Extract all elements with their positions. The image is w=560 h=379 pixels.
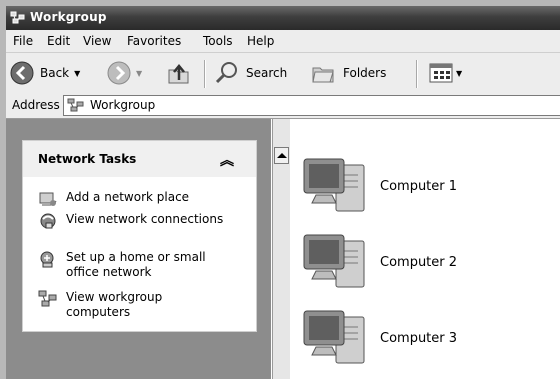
window-title: Workgroup [30, 10, 107, 24]
vertical-scrollbar[interactable] [272, 119, 290, 379]
task-label: Set up a home or small office network [66, 250, 206, 279]
task-pane: Network Tasks ︽ Add a network place View… [6, 119, 271, 379]
views-dropdown-icon[interactable]: ▼ [456, 69, 462, 78]
forward-dropdown-icon[interactable]: ▼ [136, 69, 142, 78]
task-setup-home-network[interactable]: Set up a home or small office network [38, 250, 226, 280]
back-button[interactable]: Back ▼ [10, 59, 80, 87]
network-tasks-title: Network Tasks [38, 152, 137, 166]
home-network-icon [40, 251, 54, 268]
title-bar: Workgroup [6, 6, 560, 30]
views-icon [429, 63, 453, 83]
toolbar: Back ▼ ▼ Search Folders ▼ [6, 53, 560, 94]
folders-label: Folders [343, 66, 387, 80]
address-value: Workgroup [90, 98, 156, 112]
network-connections-icon [40, 213, 56, 229]
task-view-network-connections[interactable]: View network connections [38, 212, 226, 230]
workgroup-icon [67, 98, 84, 112]
search-label: Search [246, 66, 288, 80]
address-label: Address [12, 98, 60, 112]
task-label: View network connections [66, 212, 224, 226]
folders-button[interactable]: Folders [311, 59, 386, 87]
menu-file[interactable]: File [13, 34, 33, 48]
computer-icon [303, 310, 365, 364]
forward-button[interactable]: ▼ [107, 59, 142, 87]
workgroup-icon [10, 11, 25, 24]
menu-help[interactable]: Help [247, 34, 274, 48]
menu-view[interactable]: View [83, 34, 111, 48]
task-label: View workgroup computers [66, 290, 163, 319]
explorer-window: Workgroup File Edit View Favorites Tools… [6, 6, 560, 379]
menu-bar: File Edit View Favorites Tools Help [6, 30, 560, 53]
computer-item[interactable]: Computer 1 [300, 155, 560, 217]
scroll-up-button[interactable] [274, 147, 289, 164]
address-bar: Address Workgroup [6, 93, 560, 119]
folders-icon [312, 67, 334, 83]
computer-label: Computer 1 [380, 179, 458, 194]
computer-label: Computer 2 [380, 255, 458, 270]
computer-label: Computer 3 [380, 331, 458, 346]
computer-icon [303, 158, 365, 212]
search-icon [215, 62, 237, 84]
forward-arrow-icon [107, 61, 131, 85]
search-button[interactable]: Search [214, 59, 287, 87]
task-label: Add a network place [66, 190, 190, 204]
computer-item[interactable]: Computer 2 [300, 231, 560, 293]
task-view-workgroup-computers[interactable]: View workgroup computers [38, 290, 226, 320]
address-field[interactable]: Workgroup [63, 95, 560, 116]
menu-favorites[interactable]: Favorites [127, 34, 181, 48]
back-label: Back [40, 66, 70, 80]
content-area: Computer 1 Computer 2 Computer 3 [290, 119, 560, 379]
back-dropdown-icon[interactable]: ▼ [74, 69, 80, 78]
back-arrow-icon [10, 61, 34, 85]
up-arrow-icon [276, 153, 287, 158]
menu-edit[interactable]: Edit [47, 34, 70, 48]
workgroup-computers-icon [38, 290, 57, 307]
views-button[interactable]: ▼ [428, 59, 462, 87]
task-add-network-place[interactable]: Add a network place [38, 190, 226, 208]
network-tasks-panel: Network Tasks ︽ Add a network place View… [22, 140, 257, 332]
menu-tools[interactable]: Tools [203, 34, 233, 48]
computer-icon [303, 234, 365, 288]
up-folder-icon [168, 64, 189, 84]
up-button[interactable] [166, 59, 192, 87]
add-network-place-icon [39, 192, 57, 206]
network-tasks-header[interactable]: Network Tasks ︽ [23, 141, 256, 177]
computer-item[interactable]: Computer 3 [300, 307, 560, 369]
collapse-chevron-icon[interactable]: ︽ [220, 150, 234, 170]
